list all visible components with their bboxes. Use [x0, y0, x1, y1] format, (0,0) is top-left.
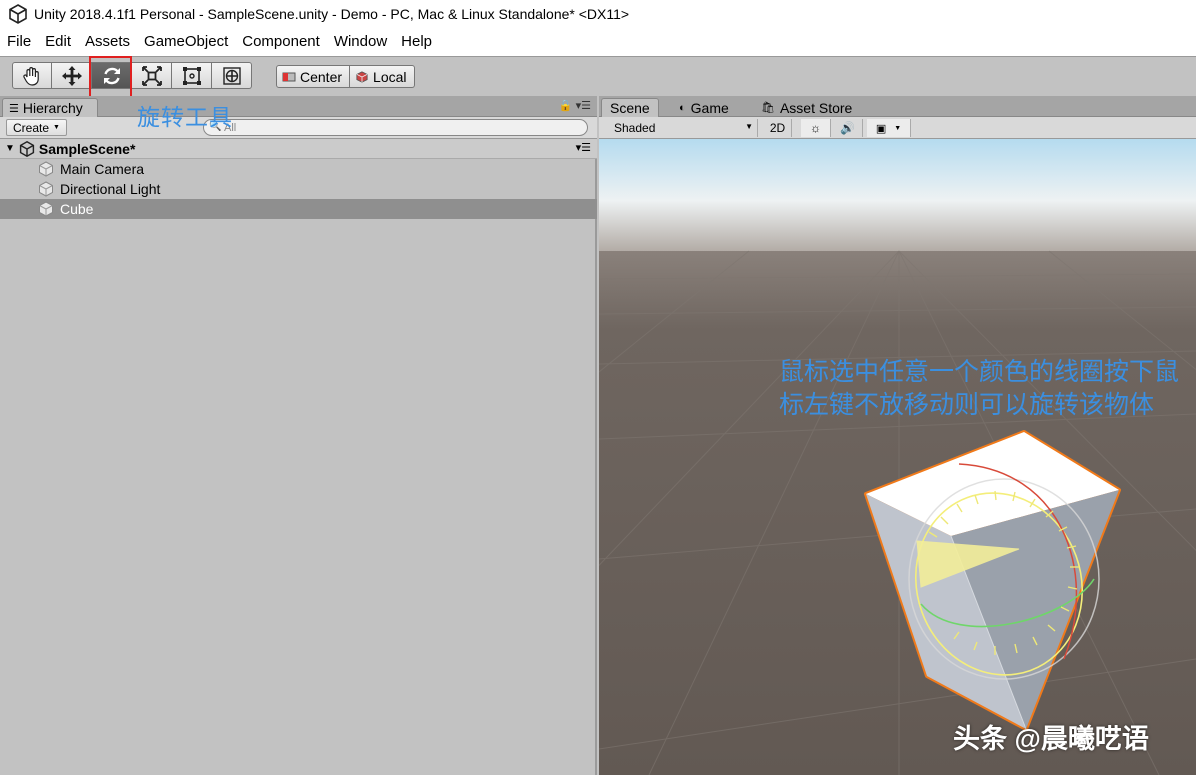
pivot-controls: Center Local [276, 65, 415, 88]
scene-panel: Scene ◐ Game 🛍 Asset Store Shaded ▼ 2D ☼… [599, 96, 1196, 775]
main-toolbar: Center Local [0, 56, 1196, 96]
tab-scene[interactable]: Scene [601, 98, 659, 117]
hierarchy-item-label: Main Camera [60, 161, 145, 177]
sun-icon: ☼ [810, 121, 821, 135]
list-icon: ☰ [9, 102, 19, 115]
shading-mode-label: Shaded [614, 121, 656, 135]
gameobject-cube-icon [39, 161, 53, 177]
hierarchy-toolbar: Create ▼ 🔍 All [0, 117, 597, 139]
game-tab-label: Game [690, 99, 729, 116]
scene-root-row[interactable]: ▼ SampleScene* ▾☰ [0, 139, 597, 159]
pivot-rotation-button[interactable]: Local [350, 65, 415, 88]
hierarchy-search-input[interactable]: 🔍 All [203, 119, 588, 136]
image-icon: ▣ [875, 122, 887, 135]
rect-tool-button[interactable] [172, 62, 212, 89]
move-tool-button[interactable] [52, 62, 92, 89]
menu-gameobject[interactable]: GameObject [137, 28, 235, 56]
hierarchy-tab-label: Hierarchy [22, 100, 83, 116]
scene-toolbar: Shaded ▼ 2D ☼ 🔊 ▣ ▼ [599, 117, 1196, 139]
scene-viewport[interactable] [599, 139, 1196, 775]
dropdown-arrow-icon: ▼ [53, 124, 60, 131]
scene-tab-label: Scene [610, 100, 650, 116]
tab-asset-store[interactable]: 🛍 Asset Store [753, 98, 860, 117]
menu-component[interactable]: Component [235, 28, 327, 56]
menu-edit[interactable]: Edit [38, 28, 78, 56]
pivot-center-icon [282, 72, 296, 81]
create-dropdown[interactable]: Create ▼ [6, 119, 67, 136]
gameobject-cube-icon [39, 181, 53, 197]
hierarchy-item-label: Cube [60, 201, 94, 217]
game-icon: ◐ [679, 101, 686, 114]
shading-mode-dropdown[interactable]: Shaded ▼ [608, 119, 758, 137]
watermark: 头条 @晨曦呓语 [953, 724, 1149, 754]
menu-bar: File Edit Assets GameObject Component Wi… [0, 28, 1196, 56]
hierarchy-panel: ☰ Hierarchy 🔒 ▾☰ Create ▼ 🔍 All ▼ Sample… [0, 96, 597, 775]
pivot-mode-button[interactable]: Center [276, 65, 351, 88]
expand-arrow-icon[interactable]: ▼ [5, 143, 15, 154]
menu-file[interactable]: File [0, 28, 38, 56]
hand-tool-button[interactable] [12, 62, 52, 89]
transform-tools [12, 62, 252, 89]
scale-tool-button[interactable] [132, 62, 172, 89]
hierarchy-tab-bar: ☰ Hierarchy 🔒 ▾☰ [0, 96, 597, 117]
unity-scene-icon [19, 140, 35, 157]
create-label: Create [13, 120, 50, 135]
menu-window[interactable]: Window [327, 28, 394, 56]
gameobject-cube-icon [39, 201, 53, 217]
tab-game[interactable]: ◐ Game [671, 98, 737, 117]
scene-tab-bar: Scene ◐ Game 🛍 Asset Store [599, 96, 1196, 117]
toggle-2d-button[interactable]: 2D [764, 119, 792, 137]
audio-toggle-button[interactable]: 🔊 [833, 119, 863, 137]
toggle-2d-label: 2D [769, 121, 786, 135]
pivot-rotation-label: Local [373, 68, 407, 85]
asset-store-icon: 🛍 [761, 102, 775, 114]
unity-logo-icon [9, 4, 27, 24]
scene-name: SampleScene* [38, 140, 136, 157]
rotate-instruction-annotation: 鼠标选中任意一个颜色的线圈按下鼠标左键不放移动则可以旋转该物体 [779, 358, 1180, 419]
title-bar: Unity 2018.4.1f1 Personal - SampleScene.… [0, 0, 1196, 28]
dropdown-arrow-icon: ▼ [894, 124, 902, 132]
menu-help[interactable]: Help [394, 28, 439, 56]
transform-tool-button[interactable] [212, 62, 252, 89]
dropdown-arrow-icon: ▼ [745, 122, 753, 131]
hierarchy-item-directional-light[interactable]: Directional Light [0, 179, 597, 199]
effects-dropdown[interactable]: ▣ ▼ [867, 119, 911, 137]
pivot-mode-label: Center [300, 68, 343, 85]
rect-transform-icon [182, 66, 201, 85]
hand-icon [23, 66, 39, 86]
transform-icon [222, 66, 241, 85]
speaker-icon: 🔊 [840, 121, 855, 135]
tab-hierarchy[interactable]: ☰ Hierarchy [2, 98, 98, 117]
scene-render [599, 139, 1196, 775]
asset-store-tab-label: Asset Store [779, 99, 853, 116]
move-icon [61, 65, 82, 86]
lighting-toggle-button[interactable]: ☼ [801, 119, 831, 137]
hierarchy-item-main-camera[interactable]: Main Camera [0, 159, 597, 179]
local-cube-icon [356, 70, 368, 83]
menu-assets[interactable]: Assets [78, 28, 137, 56]
panel-lock-menu-icon[interactable]: 🔒 ▾☰ [559, 99, 591, 112]
rotate-tool-annotation: 旋转工具 [137, 104, 233, 130]
rotate-tool-highlight [89, 56, 132, 100]
hierarchy-item-cube[interactable]: Cube [0, 199, 597, 219]
scene-options-icon[interactable]: ▾☰ [576, 141, 591, 154]
window-title: Unity 2018.4.1f1 Personal - SampleScene.… [34, 6, 630, 22]
hierarchy-item-label: Directional Light [60, 181, 161, 197]
scale-icon [141, 65, 162, 86]
